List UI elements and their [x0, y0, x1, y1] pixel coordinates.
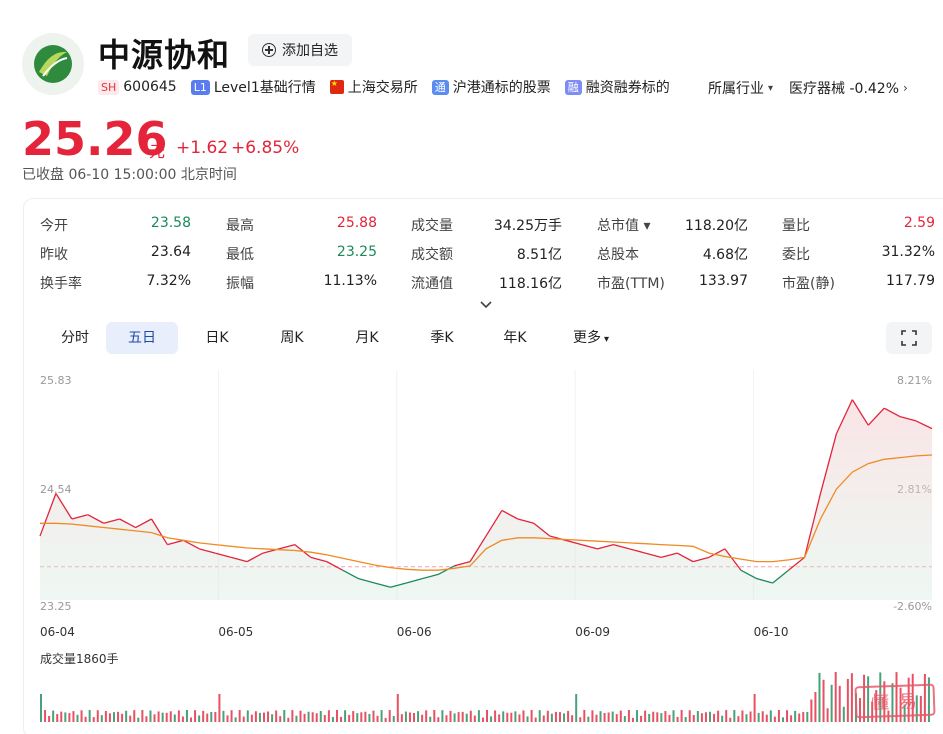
add-watchlist-label: 添加自选 — [282, 43, 338, 59]
stat-value: 23.64 — [150, 244, 191, 260]
tab-7[interactable]: 更多 ▾ — [552, 322, 630, 354]
expand-stats-icon[interactable] — [480, 298, 492, 312]
stat-value: 4.68亿 — [702, 247, 748, 263]
stat-item: 量比 2.59 — [782, 215, 935, 234]
stat-item: 成交量 34.25万手 — [411, 215, 562, 234]
margin-label: 融资融券标的 — [585, 80, 670, 96]
stat-label: 委比 — [782, 247, 810, 263]
stat-label: 最低 — [226, 247, 254, 263]
volume-label: 成交量1860手 — [40, 652, 119, 666]
tab-1[interactable]: 五日 — [106, 322, 178, 354]
price-change: +1.62 — [176, 138, 229, 158]
stat-value: 34.25万手 — [493, 218, 562, 234]
stat-label: 市盈(静) — [782, 276, 835, 292]
stat-item: 总市值 ▾ 118.20亿 — [597, 215, 748, 234]
market-status: 已收盘 06-10 15:00:00 北京时间 — [22, 167, 237, 183]
watermark: 懂 易 — [854, 683, 936, 719]
tab-0[interactable]: 分时 — [44, 322, 106, 354]
stat-item: 委比 31.32% — [782, 244, 935, 263]
price-unit: 元 — [149, 142, 166, 161]
stat-value: 117.79 — [886, 273, 935, 289]
chevron-right-icon: › — [903, 81, 908, 95]
chevron-down-icon: ▾ — [603, 334, 610, 345]
stat-item: 成交额 8.51亿 — [411, 244, 562, 263]
stat-item: 总股本 4.68亿 — [597, 244, 748, 263]
stat-label: 量比 — [782, 218, 810, 234]
china-flag-icon — [329, 79, 344, 94]
stat-item: 今开 23.58 — [40, 215, 191, 234]
stat-label: 换手率 — [40, 276, 82, 292]
market-badge: SH — [98, 79, 120, 95]
stat-value: 11.13% — [323, 273, 377, 289]
company-logo — [22, 33, 84, 95]
stat-value: 8.51亿 — [516, 247, 562, 263]
industry-label: 所属行业 — [708, 81, 764, 97]
stat-item: 振幅 11.13% — [226, 273, 377, 292]
stock-name: 中源协和 — [98, 36, 231, 74]
price-change-percent: +6.85% — [231, 138, 300, 158]
stat-value: 23.25 — [336, 244, 377, 260]
stat-label: 成交额 — [411, 247, 453, 263]
stat-item: 最高 25.88 — [226, 215, 377, 234]
stat-item: 市盈(TTM) 133.97 — [597, 273, 748, 292]
margin-tag: 融 融资融券标的 — [564, 77, 670, 97]
stat-item: 市盈(静) 117.79 — [782, 273, 935, 292]
stat-label: 振幅 — [226, 276, 254, 292]
stat-value: 133.97 — [699, 273, 748, 289]
stat-label: 昨收 — [40, 247, 68, 263]
stat-value: 118.16亿 — [499, 276, 562, 292]
tab-6[interactable]: 年K — [478, 322, 552, 354]
exchange-tag: 上海交易所 — [329, 77, 418, 97]
stock-code: 600645 — [123, 79, 177, 95]
stat-value: 118.20亿 — [685, 218, 748, 234]
stock-tags: SH 600645 L1 Level1基础行情 上海交易所 通 沪港通标的股票 … — [98, 78, 684, 96]
current-price: 25.26 — [22, 112, 168, 166]
connect-badge: 通 — [431, 79, 449, 95]
fullscreen-icon — [901, 330, 917, 346]
stat-label: 最高 — [226, 218, 254, 234]
level-label: Level1基础行情 — [213, 80, 316, 96]
add-circle-icon — [262, 43, 276, 57]
add-watchlist-button[interactable]: 添加自选 — [248, 34, 352, 66]
industry-dropdown[interactable]: 所属行业 ▾ 医疗器械 -0.42% › — [708, 78, 908, 98]
stat-label: 总市值 ▾ — [597, 218, 651, 234]
connect-label: 沪港通标的股票 — [452, 80, 551, 96]
stat-value: 2.59 — [903, 215, 935, 231]
stat-item: 换手率 7.32% — [40, 273, 191, 292]
stat-value: 25.88 — [336, 215, 377, 231]
stat-value: 7.32% — [146, 273, 191, 289]
level-tag[interactable]: L1 Level1基础行情 — [190, 77, 316, 97]
tab-3[interactable]: 周K — [256, 322, 328, 354]
stat-label: 总股本 — [597, 247, 639, 263]
stat-value: 31.32% — [881, 244, 935, 260]
chart-period-tabs: 分时 五日 日K 周K 月K 季K 年K 更多 ▾ — [44, 322, 630, 354]
tab-4[interactable]: 月K — [328, 322, 406, 354]
stat-item: 最低 23.25 — [226, 244, 377, 263]
stat-item: 流通值 118.16亿 — [411, 273, 562, 292]
logo-icon — [34, 45, 72, 83]
industry-value: 医疗器械 -0.42% — [789, 81, 900, 97]
level-badge: L1 — [190, 79, 210, 95]
stat-item: 昨收 23.64 — [40, 244, 191, 263]
stat-label: 成交量 — [411, 218, 453, 234]
stat-value: 23.58 — [150, 215, 191, 231]
fullscreen-button[interactable] — [886, 322, 932, 354]
stat-label: 流通值 — [411, 276, 453, 292]
margin-badge: 融 — [564, 79, 582, 95]
stat-label: 今开 — [40, 218, 68, 234]
exchange-label: 上海交易所 — [347, 80, 418, 96]
tab-5[interactable]: 季K — [406, 322, 478, 354]
chevron-down-icon: ▾ — [768, 82, 774, 94]
stat-label: 市盈(TTM) — [597, 276, 665, 292]
connect-tag: 通 沪港通标的股票 — [431, 77, 551, 97]
tab-2[interactable]: 日K — [178, 322, 256, 354]
stock-code-tag: SH 600645 — [98, 79, 177, 95]
